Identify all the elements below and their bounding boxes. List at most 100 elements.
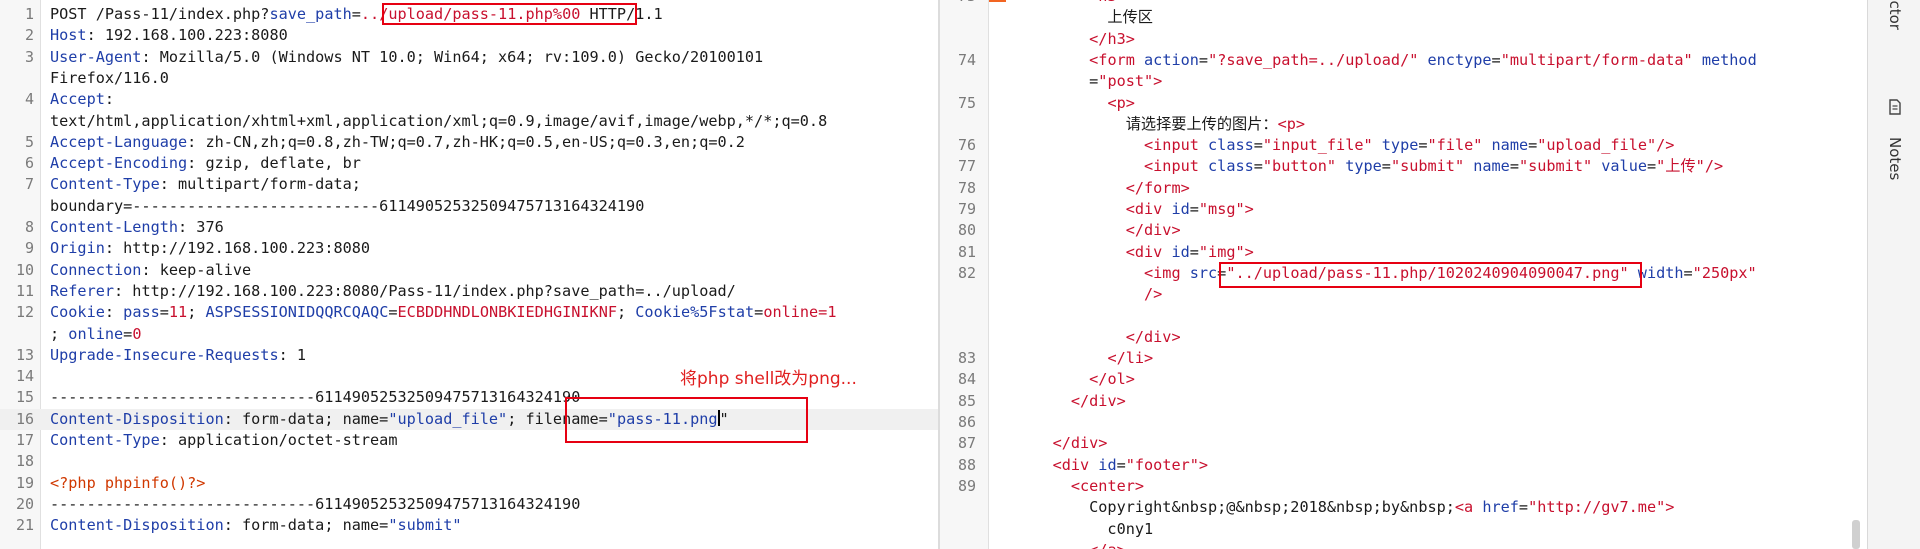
- token: : Mozilla/5.0 (Windows NT 10.0; Win64; x…: [141, 47, 764, 66]
- code-line: 请选择要上传的图片：<p>: [940, 114, 1862, 135]
- code-line: 20 -----------------------------611490525…: [0, 494, 938, 515]
- line-text: Upgrade-Insecure-Requests: 1: [50, 345, 306, 366]
- token: <p>: [1107, 93, 1135, 112]
- token: =: [1418, 136, 1428, 155]
- token: User-Agent: [50, 47, 142, 66]
- token: ;: [507, 409, 526, 428]
- line-number: 88: [957, 455, 976, 474]
- token: Origin: [50, 239, 105, 258]
- code-line: 21 Content-Disposition: form-data; name="…: [0, 515, 938, 536]
- token: "submit": [1518, 157, 1602, 176]
- token: >: [1244, 242, 1254, 261]
- token: </div>: [1070, 391, 1126, 410]
- line-text: -----------------------------61149052532…: [50, 387, 580, 408]
- token: Accept: [50, 90, 105, 109]
- line-number: 74: [957, 50, 976, 69]
- token: ;: [616, 303, 636, 322]
- line-number: 78: [957, 178, 976, 197]
- inspector-tab[interactable]: Inspector: [1868, 0, 1920, 70]
- code-line: text/html,application/xhtml+xml,applicat…: [0, 111, 938, 132]
- token: <input: [1144, 136, 1209, 155]
- line-text: Content-Type: application/octet-stream: [50, 430, 397, 451]
- token: =: [159, 303, 169, 322]
- token: pass: [123, 303, 160, 322]
- token: <form: [1089, 50, 1145, 69]
- token: 请选择要上传的图片：: [1016, 114, 1278, 133]
- code-line: 84 </ol>: [940, 369, 1862, 390]
- token: "footer": [1125, 455, 1199, 474]
- code-line: 87 </div>: [940, 433, 1862, 454]
- line-text: </div>: [1016, 433, 1108, 454]
- code-line: 上传区: [940, 7, 1862, 28]
- token: class: [1208, 157, 1254, 176]
- line-number: 89: [957, 476, 976, 495]
- line-text: </form>: [1016, 178, 1190, 199]
- line-text: c0ny1: [1016, 519, 1153, 540]
- token: </ol>: [1089, 370, 1135, 389]
- token: -----------------------------61149052532…: [50, 494, 581, 513]
- line-text: Accept:: [50, 89, 114, 110]
- token: : 376: [178, 218, 224, 236]
- line-number: 20: [15, 494, 34, 513]
- token: 上传区: [1016, 8, 1153, 27]
- code-line: </a>: [940, 540, 1862, 549]
- code-line: </h3>: [940, 29, 1862, 50]
- line-number: 75: [957, 93, 976, 112]
- code-line: 85 </div>: [940, 391, 1862, 412]
- token: </h3>: [1089, 29, 1135, 48]
- code-line: 12 Cookie: pass=11; ASPSESSIONIDQQRCQAQC=…: [0, 302, 938, 323]
- side-panel: Inspector Notes: [1867, 0, 1920, 549]
- token: />: [1704, 157, 1724, 176]
- token: : application/octet-stream: [159, 431, 398, 449]
- token: =: [123, 324, 133, 343]
- token: : 1: [278, 345, 307, 364]
- line-text: </a>: [1016, 540, 1126, 549]
- line-text: Cookie: pass=11; ASPSESSIONIDQQRCQAQC=EC…: [50, 302, 836, 323]
- code-line: 8 Content-Length: 376: [0, 217, 938, 238]
- token: "multipart/form-data": [1500, 50, 1702, 69]
- line-text: <center>: [1016, 476, 1144, 497]
- token: Firefox/116.0: [50, 68, 169, 87]
- line-number: 16: [15, 409, 34, 428]
- request-editor[interactable]: 1 POST /Pass-11/index.php?save_path=../up…: [0, 0, 938, 549]
- token: POST /Pass-11/index.php?: [50, 5, 270, 23]
- token: name: [1473, 157, 1510, 176]
- token: : zh-CN,zh;q=0.8,zh-TW;q=0.7,zh-HK;q=0.5…: [187, 132, 745, 151]
- line-number: 1: [24, 5, 34, 23]
- token: "http://gv7.me": [1528, 498, 1666, 517]
- line-number: 13: [15, 345, 34, 364]
- token: 0: [132, 324, 142, 343]
- token: "input_file": [1262, 136, 1382, 155]
- token: Content-Length: [50, 218, 179, 236]
- token: : 192.168.100.223:8080: [86, 26, 288, 45]
- token: <div: [1125, 200, 1172, 218]
- notes-tab[interactable]: Notes: [1868, 95, 1920, 195]
- line-number: 6: [24, 154, 34, 173]
- response-viewer[interactable]: 73 <h3> 上传区 </h3>74 <form action="?save_…: [940, 0, 1862, 549]
- line-number: 83: [957, 349, 976, 368]
- line-number: 21: [15, 516, 34, 535]
- token: 11: [168, 303, 188, 322]
- line-text: <div id="img">: [1016, 242, 1254, 263]
- code-line: 18: [0, 451, 938, 472]
- token: =: [1116, 455, 1126, 474]
- token: Cookie%5Fstat: [635, 303, 755, 322]
- vertical-scrollbar[interactable]: [1852, 520, 1860, 549]
- token: =: [1189, 242, 1199, 261]
- token: "upload_file": [1537, 136, 1657, 155]
- line-number: 77: [957, 157, 976, 176]
- line-number: 85: [957, 391, 976, 410]
- line-number: 76: [957, 136, 976, 155]
- annotation-text: 将php shell改为png...: [680, 369, 857, 389]
- token: <div: [1052, 455, 1099, 474]
- token: ECBDDHNDLONBKIEDHGINIKNF: [397, 303, 617, 322]
- line-number: 86: [957, 413, 976, 431]
- token: =: [1381, 157, 1391, 176]
- line-text: Host: 192.168.100.223:8080: [50, 25, 288, 46]
- line-text: Firefox/116.0: [50, 68, 169, 89]
